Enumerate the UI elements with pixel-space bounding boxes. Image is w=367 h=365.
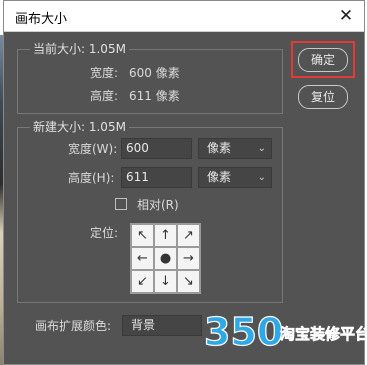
anchor-top[interactable]: ↑ (154, 224, 177, 247)
current-height-label: 高度: (90, 89, 119, 103)
relative-checkbox[interactable] (115, 198, 127, 210)
watermark-number: 350 (204, 310, 283, 353)
new-width-input[interactable]: 600 (121, 138, 192, 159)
arrow-down-icon: ↓ (160, 274, 171, 289)
arrow-left-icon: ← (137, 251, 148, 266)
reset-button[interactable]: 复位 (298, 85, 348, 109)
anchor-grid: ↖ ↑ ↗ ← ● → ↙ ↓ ↘ (130, 223, 201, 294)
ok-button[interactable]: 确定 (298, 48, 348, 72)
current-size-group: 当前大小: 1.05M 宽度: 600 像素 高度: 611 像素 (17, 42, 283, 114)
extension-color-select[interactable]: 背景 (122, 315, 202, 336)
chevron-down-icon: ⌄ (257, 143, 266, 154)
current-height-value: 611 像素 (129, 89, 180, 103)
new-size-heading: 新建大小: 1.05M (30, 120, 129, 134)
arrow-up-right-icon: ↗ (183, 228, 194, 243)
current-width-label: 宽度: (90, 66, 119, 80)
anchor-bottom-left[interactable]: ↙ (131, 270, 154, 293)
current-size-heading: 当前大小: 1.05M (30, 42, 129, 56)
dialog-titlebar: 画布大小 ✕ (4, 1, 364, 32)
dialog-title: 画布大小 (15, 12, 68, 27)
arrow-up-icon: ↑ (160, 228, 171, 243)
anchor-bottom[interactable]: ↓ (154, 270, 177, 293)
dot-icon: ● (159, 251, 172, 266)
new-height-label: 高度(H): (68, 171, 115, 185)
anchor-top-left[interactable]: ↖ (131, 224, 154, 247)
current-width-value: 600 像素 (129, 66, 180, 80)
extension-color-value: 背景 (131, 318, 156, 332)
anchor-label: 定位: (90, 226, 119, 240)
chevron-down-icon: ⌄ (257, 172, 266, 183)
extension-color-label: 画布扩展颜色: (35, 319, 112, 333)
watermark-text: 淘宝装修平台 (279, 325, 367, 343)
canvas-size-dialog: 画布大小 ✕ 当前大小: 1.05M 宽度: 600 像素 高度: 611 像素… (3, 0, 367, 365)
arrow-right-icon: → (183, 251, 194, 266)
anchor-right[interactable]: → (177, 247, 200, 270)
arrow-down-right-icon: ↘ (183, 274, 194, 289)
relative-label: 相对(R) (137, 198, 179, 212)
anchor-left[interactable]: ← (131, 247, 154, 270)
new-width-unit-select[interactable]: 像素 ⌄ (198, 138, 272, 159)
close-icon[interactable]: ✕ (336, 6, 356, 26)
anchor-center[interactable]: ● (154, 247, 177, 270)
arrow-up-left-icon: ↖ (137, 228, 148, 243)
new-height-input[interactable]: 611 (121, 167, 192, 188)
new-height-unit-select[interactable]: 像素 ⌄ (198, 167, 272, 188)
height-unit-value: 像素 (207, 170, 232, 184)
watermark-logo: 350 淘宝装修平台 (204, 309, 367, 353)
arrow-down-left-icon: ↙ (137, 274, 148, 289)
new-width-label: 宽度(W): (68, 142, 118, 156)
width-unit-value: 像素 (207, 141, 232, 155)
anchor-bottom-right[interactable]: ↘ (177, 270, 200, 293)
anchor-top-right[interactable]: ↗ (177, 224, 200, 247)
